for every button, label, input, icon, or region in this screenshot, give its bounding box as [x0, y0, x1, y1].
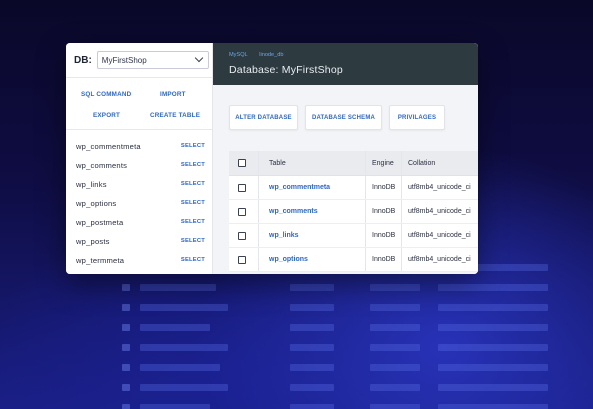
- column-header-collation[interactable]: Collation: [408, 151, 435, 175]
- main-panel: MySQL linode_db Database: MyFirstShop AL…: [213, 43, 478, 274]
- table-name[interactable]: wp_posts: [76, 237, 110, 246]
- list-item: wp_commentmeta SELECT: [66, 137, 213, 156]
- column-divider: [401, 224, 402, 247]
- column-divider: [258, 200, 259, 223]
- select-all-cell: [238, 151, 246, 175]
- tables-grid: Table Engine Collation wp_commentmeta In…: [229, 151, 478, 272]
- table-name-link[interactable]: wp_links: [269, 224, 299, 247]
- table-row: wp_options InnoDB utf8mb4_unicode_ci: [229, 248, 478, 272]
- select-link[interactable]: SELECT: [181, 200, 205, 206]
- engine-cell: InnoDB: [372, 232, 396, 239]
- row-select-cell: [238, 248, 246, 271]
- row-select-cell: [238, 200, 246, 223]
- column-divider: [365, 176, 366, 199]
- privilages-button[interactable]: PRIVILAGES: [389, 105, 445, 130]
- breadcrumb-item[interactable]: MySQL: [229, 52, 248, 58]
- table-name-link[interactable]: wp_options: [269, 248, 308, 271]
- table-header: Table Engine Collation: [229, 151, 478, 176]
- column-divider: [258, 176, 259, 199]
- chevron-down-icon: [194, 53, 204, 63]
- db-select[interactable]: MyFirstShop: [96, 51, 209, 69]
- list-item: wp_comments SELECT: [66, 156, 213, 175]
- db-select-value: MyFirstShop: [101, 55, 147, 65]
- table-name[interactable]: wp_termmeta: [76, 256, 124, 265]
- table-name[interactable]: wp_comments: [76, 161, 127, 170]
- collation-cell: utf8mb4_unicode_ci: [408, 208, 471, 215]
- row-checkbox[interactable]: [238, 255, 246, 264]
- list-item: wp_posts SELECT: [66, 232, 213, 251]
- row-checkbox[interactable]: [238, 183, 246, 192]
- column-divider: [401, 248, 402, 271]
- select-link[interactable]: SELECT: [181, 219, 205, 225]
- row-checkbox[interactable]: [238, 207, 246, 216]
- db-selector-row: DB: MyFirstShop: [74, 51, 209, 69]
- column-divider: [258, 224, 259, 247]
- select-all-checkbox[interactable]: [238, 159, 246, 167]
- column-divider: [365, 151, 366, 175]
- breadcrumb: MySQL linode_db: [229, 52, 293, 58]
- sidebar: DB: MyFirstShop SQL COMMAND IMPORT EXPOR…: [66, 43, 213, 274]
- engine-cell: InnoDB: [372, 184, 396, 191]
- engine-cell: InnoDB: [372, 256, 396, 263]
- column-header-table[interactable]: Table: [269, 151, 286, 175]
- table-list: wp_commentmeta SELECT wp_comments SELECT…: [66, 137, 213, 270]
- row-checkbox[interactable]: [238, 231, 246, 240]
- collation-cell: utf8mb4_unicode_ci: [408, 256, 471, 263]
- select-link[interactable]: SELECT: [181, 238, 205, 244]
- row-select-cell: [238, 224, 246, 247]
- alter-database-button[interactable]: ALTER DATABASE: [229, 105, 298, 130]
- table-row: wp_links InnoDB utf8mb4_unicode_ci: [229, 224, 478, 248]
- list-item: wp_postmeta SELECT: [66, 213, 213, 232]
- table-row: wp_comments InnoDB utf8mb4_unicode_ci: [229, 200, 478, 224]
- select-link[interactable]: SELECT: [181, 143, 205, 149]
- list-item: wp_termmeta SELECT: [66, 251, 213, 270]
- breadcrumb-item[interactable]: linode_db: [259, 52, 283, 58]
- table-name-link[interactable]: wp_comments: [269, 200, 318, 223]
- export-link[interactable]: EXPORT: [93, 112, 120, 119]
- column-divider: [401, 176, 402, 199]
- list-item: wp_links SELECT: [66, 175, 213, 194]
- table-name-link[interactable]: wp_commentmeta: [269, 176, 330, 199]
- table-name[interactable]: wp_options: [76, 199, 116, 208]
- main-header: MySQL linode_db Database: MyFirstShop: [213, 43, 478, 85]
- column-divider: [258, 248, 259, 271]
- background-blurred-table: [108, 260, 593, 409]
- select-link[interactable]: SELECT: [181, 181, 205, 187]
- column-header-engine[interactable]: Engine: [372, 151, 394, 175]
- column-divider: [365, 248, 366, 271]
- collation-cell: utf8mb4_unicode_ci: [408, 184, 471, 191]
- page-title: Database: MyFirstShop: [229, 64, 343, 76]
- table-name[interactable]: wp_links: [76, 180, 107, 189]
- engine-cell: InnoDB: [372, 208, 396, 215]
- create-table-link[interactable]: CREATE TABLE: [150, 112, 200, 119]
- sql-command-link[interactable]: SQL COMMAND: [81, 91, 131, 98]
- column-divider: [365, 200, 366, 223]
- divider: [66, 129, 213, 130]
- list-item: wp_options SELECT: [66, 194, 213, 213]
- select-link[interactable]: SELECT: [181, 257, 205, 263]
- row-select-cell: [238, 176, 246, 199]
- db-admin-window: DB: MyFirstShop SQL COMMAND IMPORT EXPOR…: [66, 43, 478, 274]
- column-divider: [401, 151, 402, 175]
- import-link[interactable]: IMPORT: [160, 91, 186, 98]
- database-schema-button[interactable]: DATABASE SCHEMA: [305, 105, 382, 130]
- table-row: wp_commentmeta InnoDB utf8mb4_unicode_ci: [229, 176, 478, 200]
- column-divider: [258, 151, 259, 175]
- db-label: DB:: [74, 54, 92, 66]
- column-divider: [365, 224, 366, 247]
- table-name[interactable]: wp_commentmeta: [76, 142, 141, 151]
- divider: [66, 77, 213, 78]
- select-link[interactable]: SELECT: [181, 162, 205, 168]
- table-name[interactable]: wp_postmeta: [76, 218, 123, 227]
- column-divider: [401, 200, 402, 223]
- collation-cell: utf8mb4_unicode_ci: [408, 232, 471, 239]
